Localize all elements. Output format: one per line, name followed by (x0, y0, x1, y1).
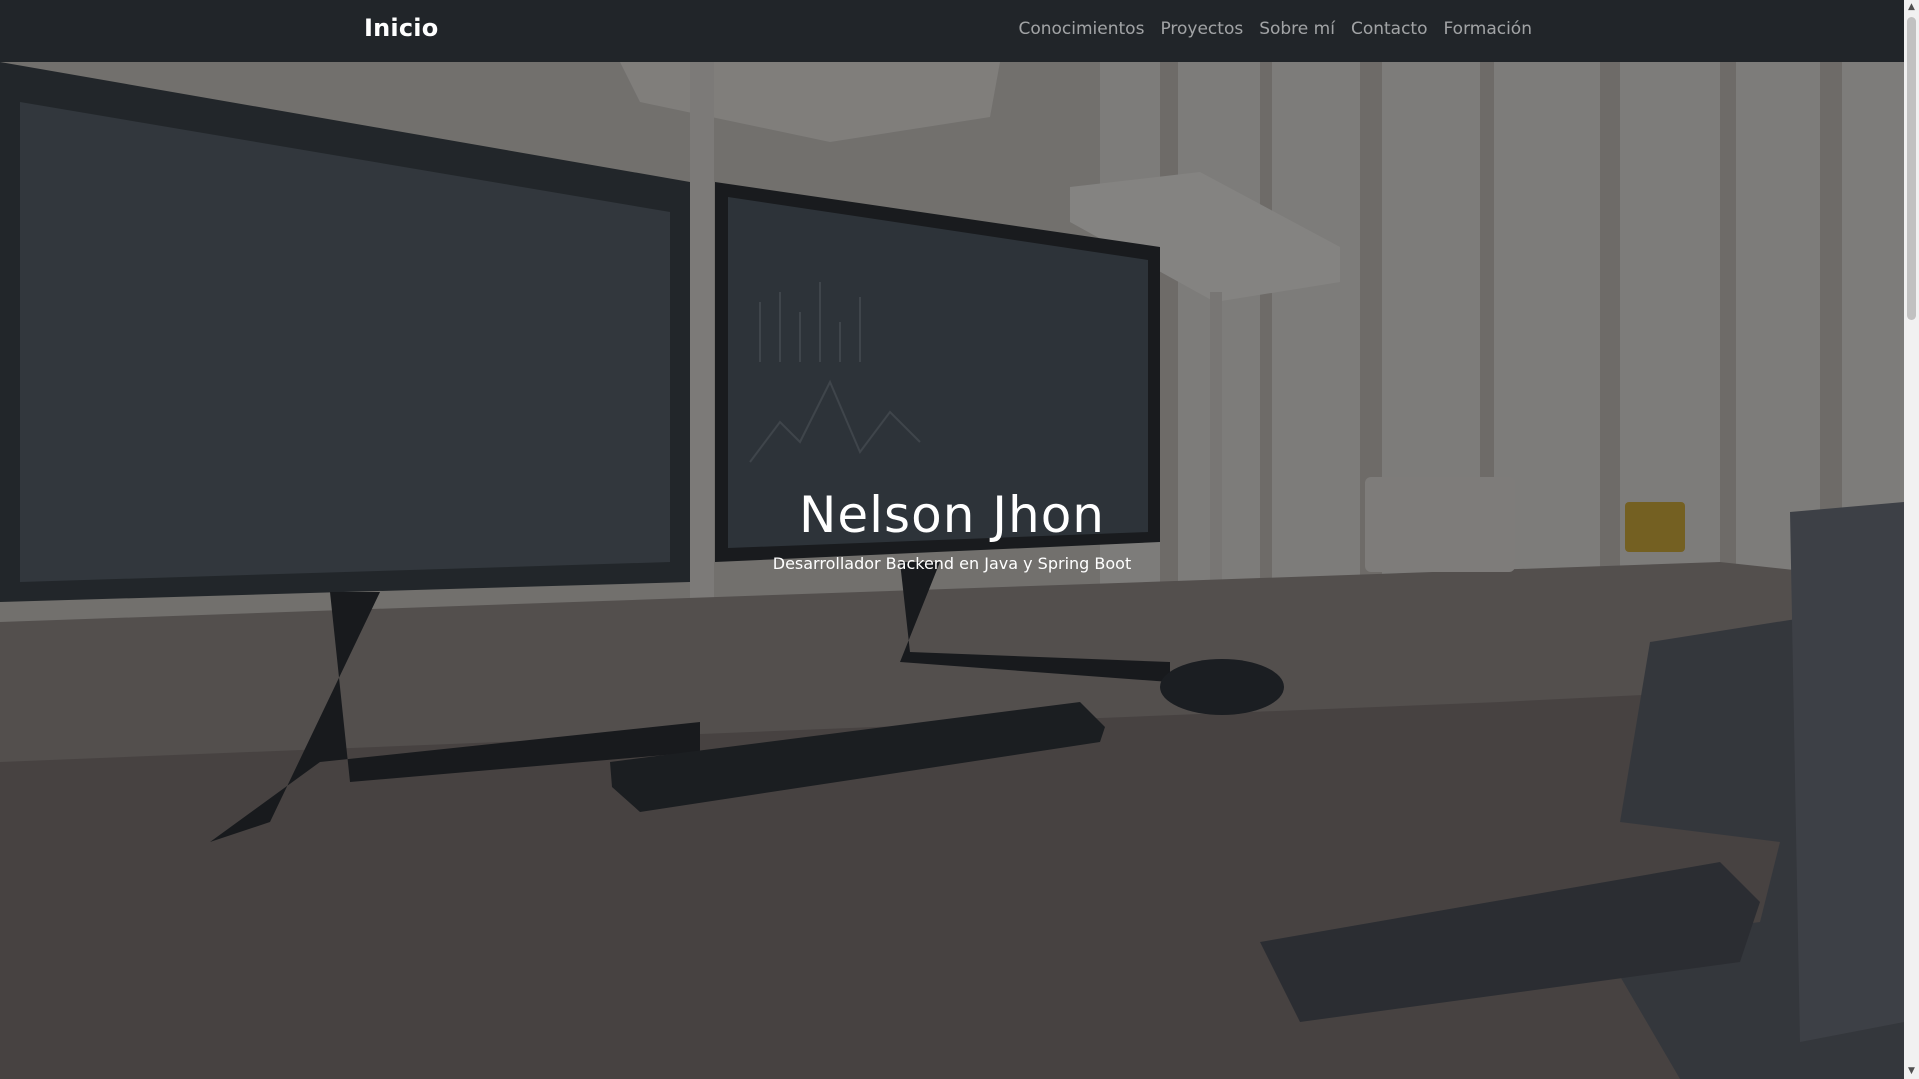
nav-item: Formación (1444, 19, 1533, 39)
scrollbar-thumb[interactable] (1907, 17, 1916, 320)
nav-menu: Conocimientos Proyectos Sobre mí Contact… (1018, 19, 1532, 39)
vertical-scrollbar[interactable]: ▲ ▼ (1904, 0, 1919, 1079)
scroll-up-arrow-icon[interactable]: ▲ (1904, 0, 1919, 15)
page-viewport: Inicio Conocimientos Proyectos Sobre mí … (0, 0, 1904, 1079)
hero-section: Nelson Jhon Desarrollador Backend en Jav… (0, 62, 1904, 1079)
nav-item: Proyectos (1160, 19, 1243, 39)
hero-text-block: Nelson Jhon Desarrollador Backend en Jav… (0, 486, 1904, 573)
nav-item: Conocimientos (1018, 19, 1144, 39)
brand-link[interactable]: Inicio (364, 14, 438, 42)
nav-item: Contacto (1351, 19, 1428, 39)
top-navbar: Inicio Conocimientos Proyectos Sobre mí … (0, 0, 1904, 62)
hero-subtitle: Desarrollador Backend en Java y Spring B… (772, 554, 1132, 573)
nav-link-sobre-mi[interactable]: Sobre mí (1259, 19, 1335, 39)
scroll-down-arrow-icon[interactable]: ▼ (1904, 1064, 1919, 1079)
nav-item: Sobre mí (1259, 19, 1335, 39)
nav-link-proyectos[interactable]: Proyectos (1160, 19, 1243, 39)
nav-link-contacto[interactable]: Contacto (1351, 19, 1428, 39)
nav-link-formacion[interactable]: Formación (1444, 19, 1533, 39)
hero-title: Nelson Jhon (799, 486, 1105, 544)
nav-link-conocimientos[interactable]: Conocimientos (1018, 19, 1144, 39)
